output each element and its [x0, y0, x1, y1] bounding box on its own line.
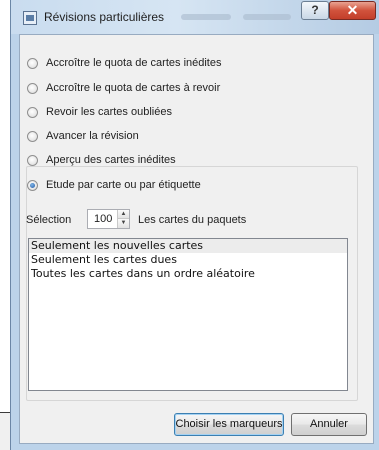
radio-option-review-cards[interactable]: Accroître le quota de cartes à revoir [27, 79, 220, 97]
card-count-value[interactable]: 100 [94, 213, 112, 225]
title-background-blur [243, 14, 291, 20]
cards-suffix-label: Les cartes du paquets [138, 214, 247, 226]
radio-label: Accroître le quota de cartes à revoir [46, 82, 221, 94]
radio-label: Aperçu des cartes inédites [46, 154, 176, 166]
list-item[interactable]: Toutes les cartes dans un ordre aléatoir… [29, 267, 347, 281]
radio-button[interactable] [27, 82, 38, 94]
spin-up-arrow-icon[interactable]: ▲ [117, 210, 129, 219]
dialog-window: Révisions particulières ? ✕ Accroître le… [10, 0, 379, 450]
radio-option-new-cards[interactable]: Accroître le quota de cartes inédites [27, 54, 221, 72]
card-count-spinbox[interactable]: 100 ▲ ▼ [87, 209, 130, 229]
radio-button[interactable] [27, 130, 38, 142]
list-item[interactable]: Seulement les cartes dues [29, 253, 347, 267]
spin-down-arrow-icon[interactable]: ▼ [117, 219, 129, 228]
radio-button[interactable] [27, 154, 38, 166]
radio-option-review-ahead[interactable]: Avancer la révision [27, 127, 139, 145]
list-item[interactable]: Seulement les nouvelles cartes [29, 239, 347, 253]
screen: Révisions particulières ? ✕ Accroître le… [0, 0, 379, 450]
help-button[interactable]: ? [301, 1, 329, 20]
title-background-blur [181, 14, 231, 20]
choose-tags-button[interactable]: Choisir les marqueurs [174, 413, 284, 436]
radio-label: Accroître le quota de cartes inédites [46, 57, 222, 69]
deck-icon [23, 11, 37, 25]
radio-option-forgotten-cards[interactable]: Revoir les cartes oubliées [27, 103, 172, 121]
radio-button[interactable] [27, 106, 38, 118]
close-button[interactable]: ✕ [329, 1, 376, 20]
cancel-button[interactable]: Annuler [291, 413, 367, 436]
study-mode-list[interactable]: Seulement les nouvelles cartes Seulement… [28, 238, 348, 391]
radio-button[interactable] [27, 57, 38, 69]
radio-label: Avancer la révision [46, 130, 139, 142]
radio-label: Revoir les cartes oubliées [46, 106, 172, 118]
window-title: Révisions particulières [44, 10, 165, 24]
selection-label: Sélection [26, 214, 72, 226]
title-bar[interactable]: Révisions particulières ? ✕ [11, 0, 379, 34]
